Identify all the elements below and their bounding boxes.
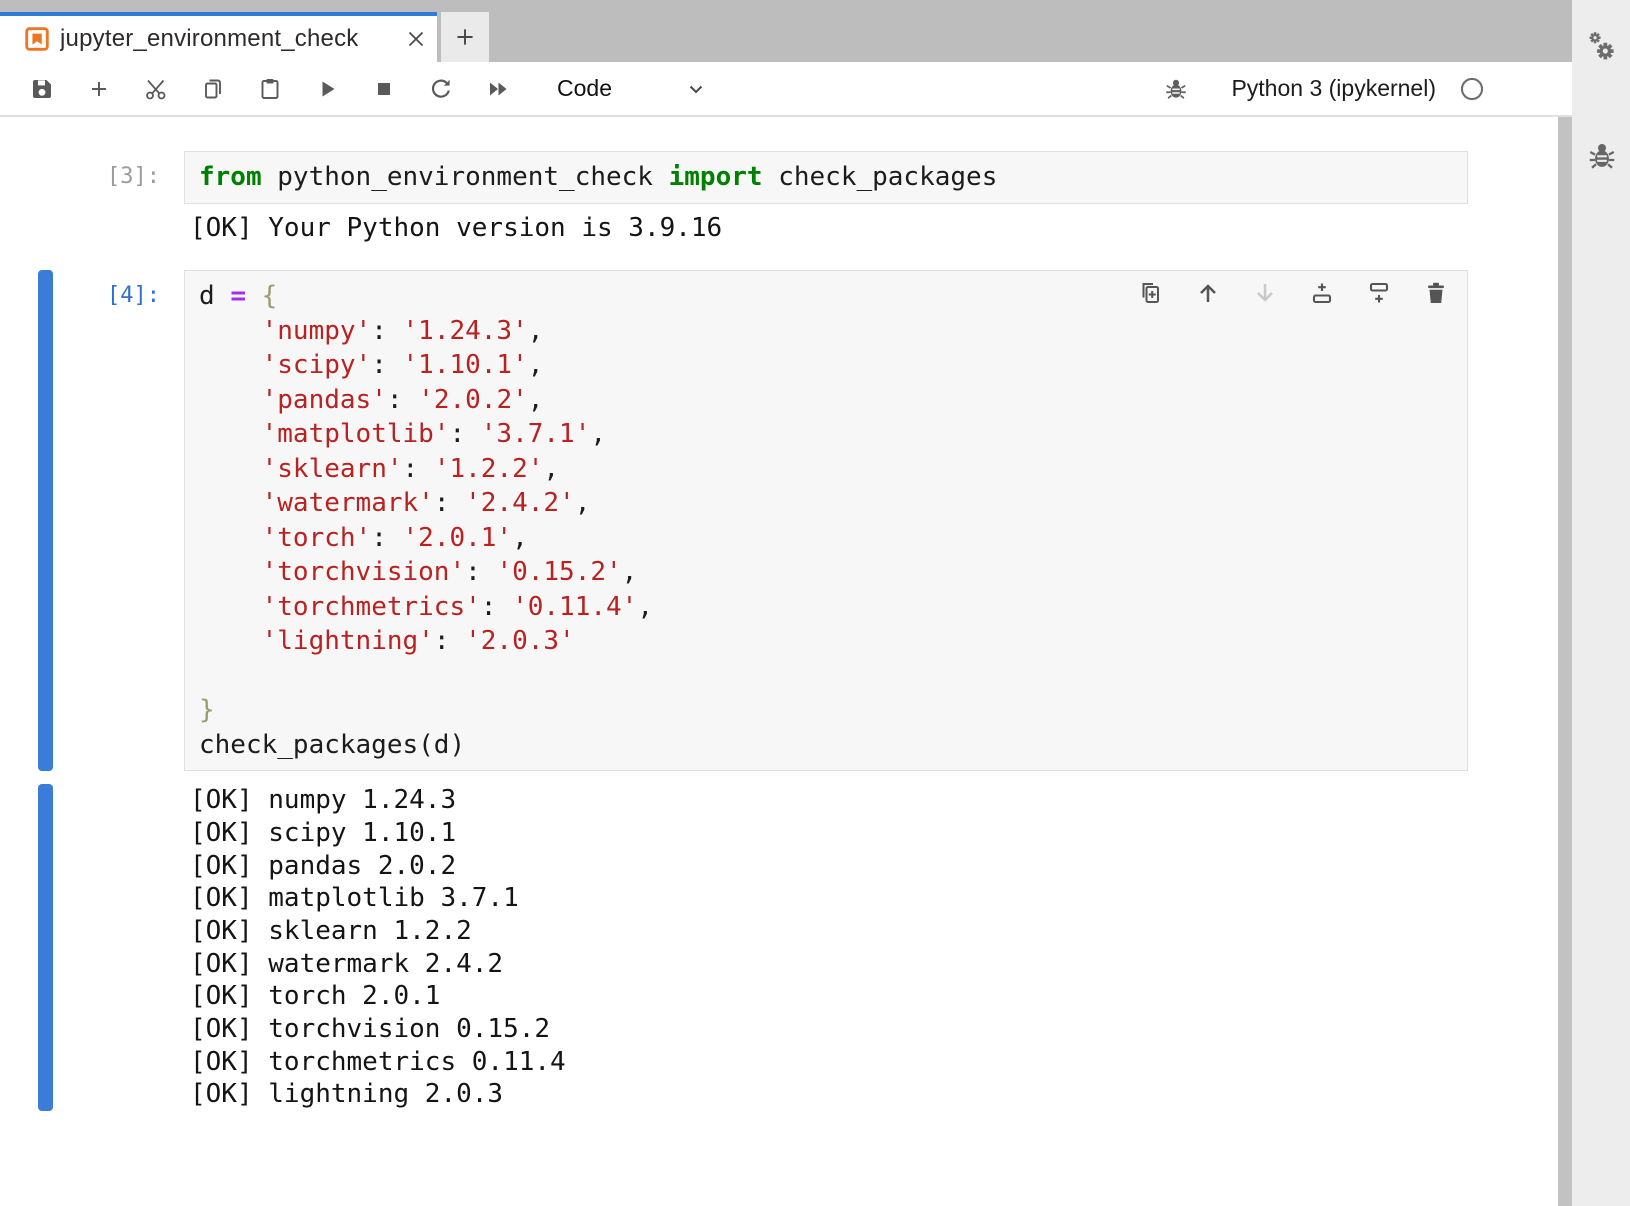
code-line: 'scipy': '1.10.1', bbox=[199, 348, 1467, 383]
jupyterlab-window: jupyter_environment_check Code bbox=[0, 0, 1630, 1206]
debugger-bug-icon[interactable] bbox=[1586, 140, 1618, 172]
cell-type-dropdown[interactable]: Code bbox=[557, 75, 708, 102]
copy-icon[interactable] bbox=[201, 77, 225, 101]
cell-list: [3]: from python_environment_check import… bbox=[0, 117, 1558, 1111]
output-line: [OK] scipy 1.10.1 bbox=[190, 817, 1558, 850]
kernel-status-icon[interactable] bbox=[1458, 75, 1486, 103]
notebook-toolbar: Code Python 3 (ipykernel) bbox=[0, 62, 1572, 117]
code-line: 'watermark': '2.4.2', bbox=[199, 486, 1467, 521]
duplicate-cell-icon[interactable] bbox=[1138, 280, 1164, 306]
output-collapser[interactable] bbox=[38, 784, 53, 1111]
code-line: 'numpy': '1.24.3', bbox=[199, 314, 1467, 349]
stop-icon[interactable] bbox=[372, 77, 396, 101]
chevron-down-icon bbox=[684, 77, 708, 101]
scrollbar-gutter[interactable] bbox=[1558, 117, 1572, 1206]
paste-icon[interactable] bbox=[258, 77, 282, 101]
close-icon[interactable] bbox=[403, 26, 429, 52]
code-line: from python_environment_check import che… bbox=[199, 160, 1467, 195]
code-line: 'torchmetrics': '0.11.4', bbox=[199, 590, 1467, 625]
tab-title: jupyter_environment_check bbox=[60, 25, 403, 53]
output-line: [OK] pandas 2.0.2 bbox=[190, 850, 1558, 883]
cell-type-value: Code bbox=[557, 75, 612, 102]
code-line: 'pandas': '2.0.2', bbox=[199, 383, 1467, 418]
output-line: [OK] matplotlib 3.7.1 bbox=[190, 882, 1558, 915]
code-cell: [4]:d = { 'numpy': '1.24.3', 'scipy': '1… bbox=[0, 270, 1558, 1111]
restart-icon[interactable] bbox=[429, 77, 453, 101]
cut-icon[interactable] bbox=[144, 77, 168, 101]
save-icon[interactable] bbox=[30, 77, 54, 101]
cell-output: [OK] numpy 1.24.3[OK] scipy 1.10.1[OK] p… bbox=[190, 784, 1558, 1111]
move-down-cell-icon[interactable] bbox=[1252, 280, 1278, 306]
move-up-cell-icon[interactable] bbox=[1195, 280, 1221, 306]
notebook-icon bbox=[24, 26, 50, 52]
toolbar-icon-group bbox=[30, 77, 543, 101]
code-cell: [3]: from python_environment_check import… bbox=[0, 151, 1558, 244]
tab-notebook[interactable]: jupyter_environment_check bbox=[0, 12, 437, 62]
code-line: 'sklearn': '1.2.2', bbox=[199, 452, 1467, 487]
output-line: [OK] watermark 2.4.2 bbox=[190, 948, 1558, 981]
code-line: } bbox=[199, 693, 1467, 728]
right-sidebar bbox=[1572, 0, 1630, 1206]
output-line: [OK] torchvision 0.15.2 bbox=[190, 1013, 1558, 1046]
add-icon[interactable] bbox=[87, 77, 111, 101]
output-line: [OK] lightning 2.0.3 bbox=[190, 1078, 1558, 1111]
code-line: check_packages(d) bbox=[199, 728, 1467, 763]
output-line: [OK] torch 2.0.1 bbox=[190, 980, 1558, 1013]
output-line: [OK] torchmetrics 0.11.4 bbox=[190, 1046, 1558, 1079]
code-line: 'torch': '2.0.1', bbox=[199, 521, 1467, 556]
run-all-icon[interactable] bbox=[486, 77, 510, 101]
cell-collapser[interactable] bbox=[38, 270, 53, 771]
code-line: 'lightning': '2.0.3' bbox=[199, 624, 1467, 659]
output-line: [OK] numpy 1.24.3 bbox=[190, 784, 1558, 817]
code-line: 'torchvision': '0.15.2', bbox=[199, 555, 1467, 590]
insert-above-cell-icon[interactable] bbox=[1309, 280, 1335, 306]
output-line: [OK] Your Python version is 3.9.16 bbox=[190, 212, 1558, 245]
insert-below-cell-icon[interactable] bbox=[1366, 280, 1392, 306]
property-inspector-gears-icon[interactable] bbox=[1586, 30, 1618, 62]
execution-count: [3]: bbox=[0, 151, 184, 204]
code-line bbox=[199, 659, 1467, 694]
kernel-name[interactable]: Python 3 (ipykernel) bbox=[1231, 75, 1436, 102]
run-icon[interactable] bbox=[315, 77, 339, 101]
cell-toolbar bbox=[1107, 280, 1449, 306]
cell-editor[interactable]: from python_environment_check import che… bbox=[184, 151, 1468, 204]
notebook-panel: jupyter_environment_check Code bbox=[0, 0, 1572, 1206]
kernel-indicator: Python 3 (ipykernel) bbox=[1163, 75, 1486, 103]
tab-bar: jupyter_environment_check bbox=[0, 0, 1572, 62]
cell-editor[interactable]: d = { 'numpy': '1.24.3', 'scipy': '1.10.… bbox=[184, 270, 1468, 771]
execution-count: [4]: bbox=[0, 270, 184, 771]
bug-icon[interactable] bbox=[1163, 76, 1189, 102]
code-line: 'matplotlib': '3.7.1', bbox=[199, 417, 1467, 452]
new-tab-button[interactable] bbox=[441, 12, 489, 62]
cell-output: [OK] Your Python version is 3.9.16 bbox=[190, 212, 1558, 245]
notebook-content: [3]: from python_environment_check import… bbox=[0, 117, 1572, 1206]
output-line: [OK] sklearn 1.2.2 bbox=[190, 915, 1558, 948]
delete-cell-icon[interactable] bbox=[1423, 280, 1449, 306]
